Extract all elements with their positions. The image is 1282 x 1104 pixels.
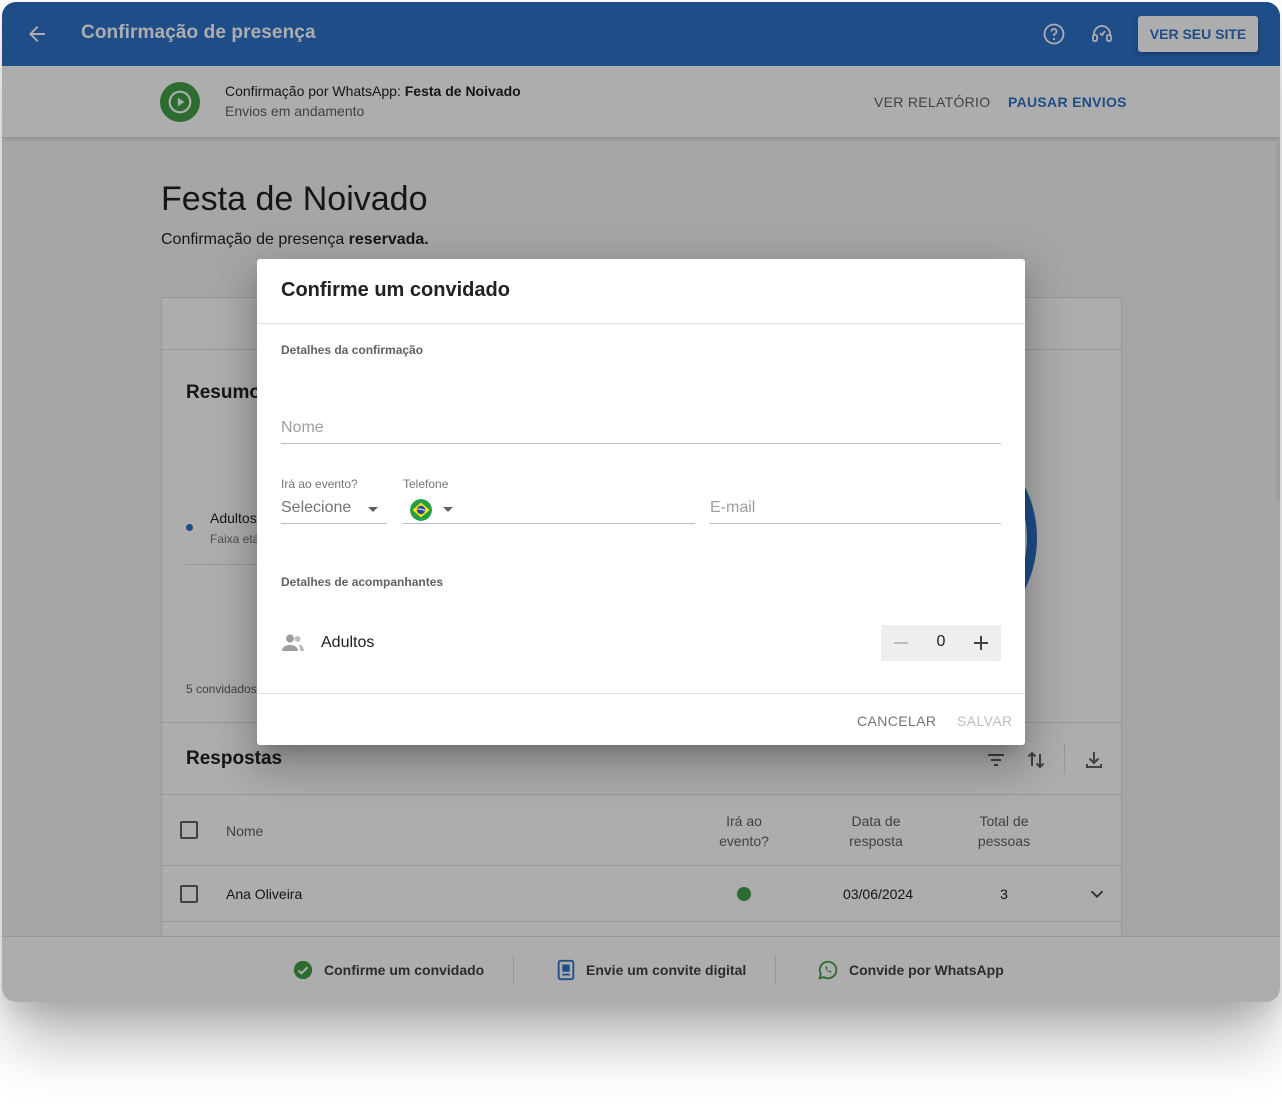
dialog-title: Confirme um convidado (281, 279, 510, 301)
attending-select[interactable]: Selecione (281, 499, 351, 517)
dialog-footer-divider (257, 693, 1025, 694)
phone-label: Telefone (403, 477, 449, 491)
confirm-guest-dialog: Confirme um convidado Detalhes da confir… (257, 259, 1025, 745)
scrollbar[interactable] (1276, 142, 1280, 502)
app-window: Confirmação de presença VER SEU SITE Con… (2, 2, 1280, 1002)
attending-underline (281, 523, 387, 524)
name-input-underline (281, 443, 1001, 444)
adults-label: Adultos (321, 634, 375, 651)
cancel-button[interactable]: CANCELAR (857, 713, 936, 729)
phone-input-underline[interactable] (403, 523, 695, 524)
adults-stepper: 0 (881, 625, 1001, 661)
people-icon (282, 634, 304, 651)
brazil-flag-icon[interactable] (410, 499, 432, 521)
name-input[interactable]: Nome (281, 419, 324, 437)
plus-icon[interactable] (969, 631, 993, 655)
save-button[interactable]: SALVAR (957, 713, 1013, 729)
country-dropdown-icon[interactable] (443, 507, 453, 512)
email-input-underline (710, 523, 1001, 524)
section-details-label: Detalhes da confirmação (281, 343, 424, 357)
dialog-divider (257, 323, 1025, 324)
email-input[interactable]: E-mail (710, 499, 755, 517)
section-companions-label: Detalhes de acompanhantes (281, 575, 444, 589)
attending-dropdown-icon[interactable] (368, 507, 378, 512)
attending-label: Irá ao evento? (281, 477, 358, 491)
